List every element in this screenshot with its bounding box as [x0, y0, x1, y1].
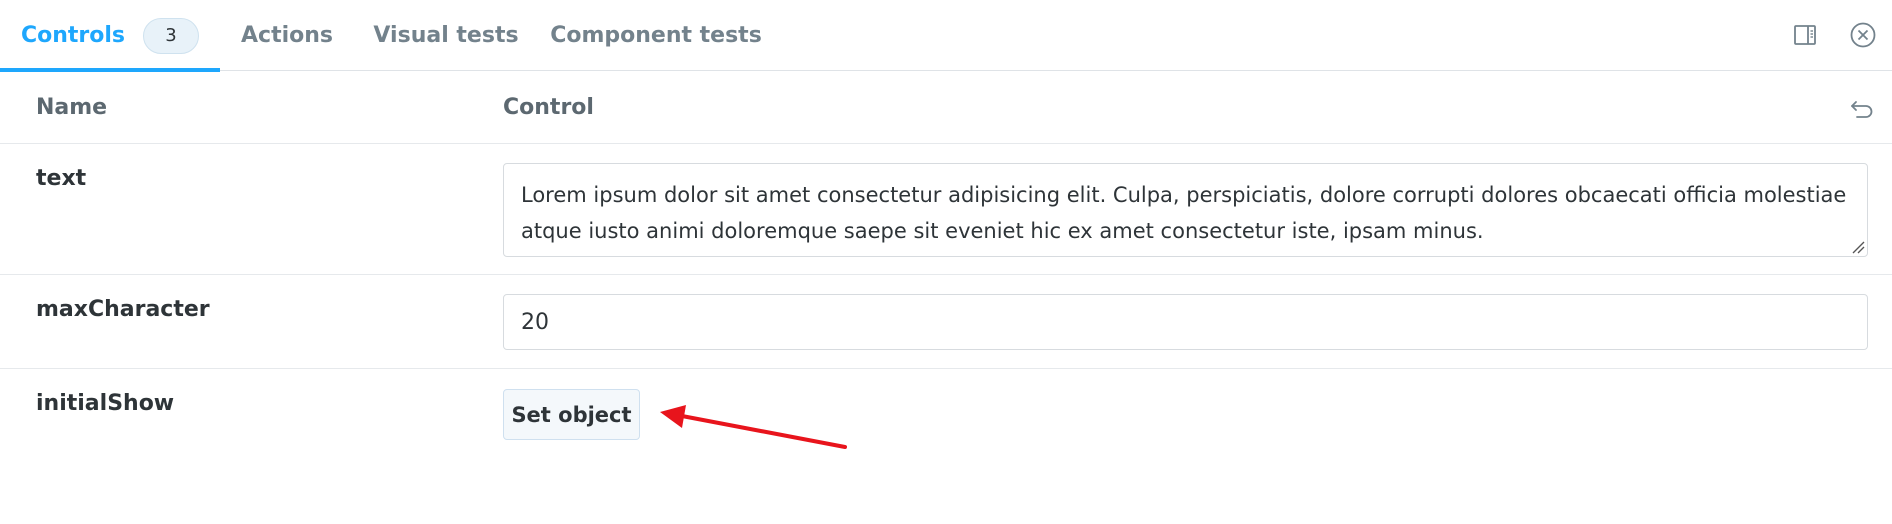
arg-row-maxcharacter: maxCharacter 20 [0, 275, 1892, 369]
resize-grip-icon[interactable] [1851, 240, 1865, 254]
maxcharacter-value: 20 [521, 309, 549, 335]
maxcharacter-number-input[interactable]: 20 [503, 294, 1868, 350]
reset-controls-button[interactable] [1846, 93, 1878, 125]
control-column-header: Control [503, 95, 594, 120]
close-panel-button[interactable] [1847, 19, 1879, 51]
controls-panel: Controls 3 Actions Visual tests Componen… [0, 0, 1892, 524]
args-table-header: Name Control [0, 71, 1892, 144]
tab-component-tests[interactable]: Component tests [550, 0, 762, 71]
controls-count-badge: 3 [143, 17, 200, 54]
arg-name-maxcharacter: maxCharacter [36, 297, 210, 322]
name-column-header: Name [36, 95, 108, 120]
tab-visual-tests-label: Visual tests [373, 23, 519, 48]
tab-actions[interactable]: Actions [222, 0, 352, 71]
tab-controls-label: Controls [20, 23, 126, 48]
tab-visual-tests[interactable]: Visual tests [366, 0, 526, 71]
tab-controls[interactable]: Controls 3 [0, 0, 220, 72]
panel-right-icon [1794, 25, 1816, 45]
addon-tab-bar: Controls 3 Actions Visual tests Componen… [0, 0, 1892, 72]
text-textarea-value: Lorem ipsum dolor sit amet consectetur a… [521, 183, 1847, 243]
toggle-panel-button[interactable] [1789, 19, 1821, 51]
set-object-button[interactable]: Set object [503, 389, 640, 440]
arg-row-text: text Lorem ipsum dolor sit amet consecte… [0, 144, 1892, 275]
arg-name-initialshow: initialShow [36, 391, 175, 416]
text-textarea[interactable]: Lorem ipsum dolor sit amet consectetur a… [503, 163, 1868, 257]
arg-row-initialshow: initialShow Set object [0, 369, 1892, 524]
tab-actions-label: Actions [241, 23, 333, 48]
close-circle-icon [1850, 22, 1876, 48]
arg-name-text: text [36, 166, 87, 191]
tab-component-tests-label: Component tests [550, 23, 762, 48]
undo-icon [1851, 101, 1873, 118]
